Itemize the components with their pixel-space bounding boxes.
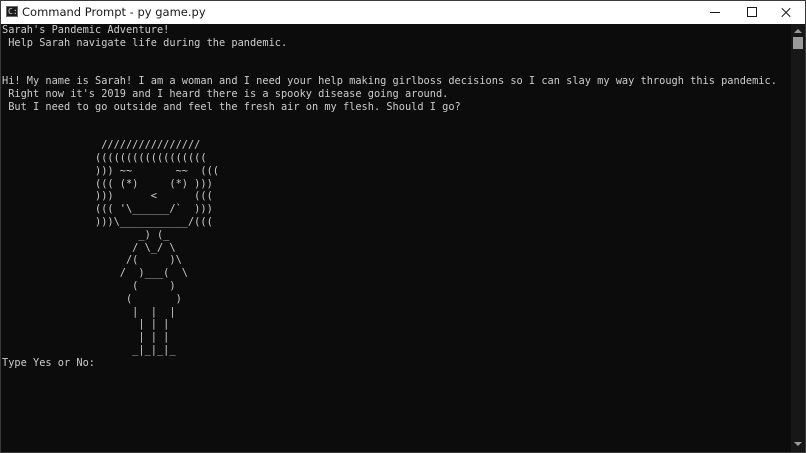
console-line: ((((((((((((((((((: [2, 151, 207, 164]
console-line: _) (_: [2, 228, 170, 241]
command-prompt-icon-glyph: C:\: [8, 7, 23, 16]
console-line: ( ): [2, 292, 182, 305]
console-line: Type Yes or No:: [2, 356, 102, 369]
scroll-down-arrow-icon[interactable]: [794, 442, 802, 446]
console-line: ))) ~~ ~~ (((: [2, 164, 219, 177]
console-line: | | |: [2, 305, 176, 318]
title-bar[interactable]: C:\ Command Prompt - py game.py: [1, 1, 805, 24]
console-line: )))\___________/(((: [2, 215, 213, 228]
console-line: Sarah's Pandemic Adventure!: [2, 24, 170, 36]
vertical-scrollbar[interactable]: [791, 24, 805, 452]
console-line: | | |: [2, 331, 170, 344]
console-line: ////////////////: [2, 139, 201, 152]
console-line: /( )\: [2, 254, 182, 267]
console-line: / )___( \: [2, 267, 188, 280]
scroll-up-arrow-icon[interactable]: [794, 29, 802, 33]
window-title: Command Prompt - py game.py: [22, 5, 206, 19]
console-line: ((( (*) (*) ))): [2, 177, 213, 190]
command-prompt-icon[interactable]: C:\: [6, 6, 22, 17]
console-line: ))) < (((: [2, 190, 213, 203]
scroll-thumb[interactable]: [793, 37, 803, 49]
console-line: Right now it's 2019 and I heard there is…: [2, 87, 449, 100]
close-button[interactable]: [766, 1, 805, 24]
console-line: Hi! My name is Sarah! I am a woman and I…: [2, 75, 777, 88]
console-line: Help Sarah navigate life during the pand…: [2, 36, 288, 49]
console-output[interactable]: Sarah's Pandemic Adventure! Help Sarah n…: [1, 24, 791, 452]
command-prompt-window: C:\ Command Prompt - py game.py Sarah's …: [0, 0, 806, 453]
console-line: But I need to go outside and feel the fr…: [2, 100, 461, 113]
minimize-button[interactable]: [696, 1, 736, 24]
maximize-button[interactable]: [731, 1, 771, 24]
console-line: ( ): [2, 279, 176, 292]
console-line: _|_|_|_: [2, 343, 176, 356]
console-line: / \_/ \: [2, 241, 176, 254]
console-line: ((( '\______/` ))): [2, 203, 213, 216]
console-text: Sarah's Pandemic Adventure! Help Sarah n…: [1, 24, 791, 370]
console-line: | | |: [2, 318, 170, 331]
